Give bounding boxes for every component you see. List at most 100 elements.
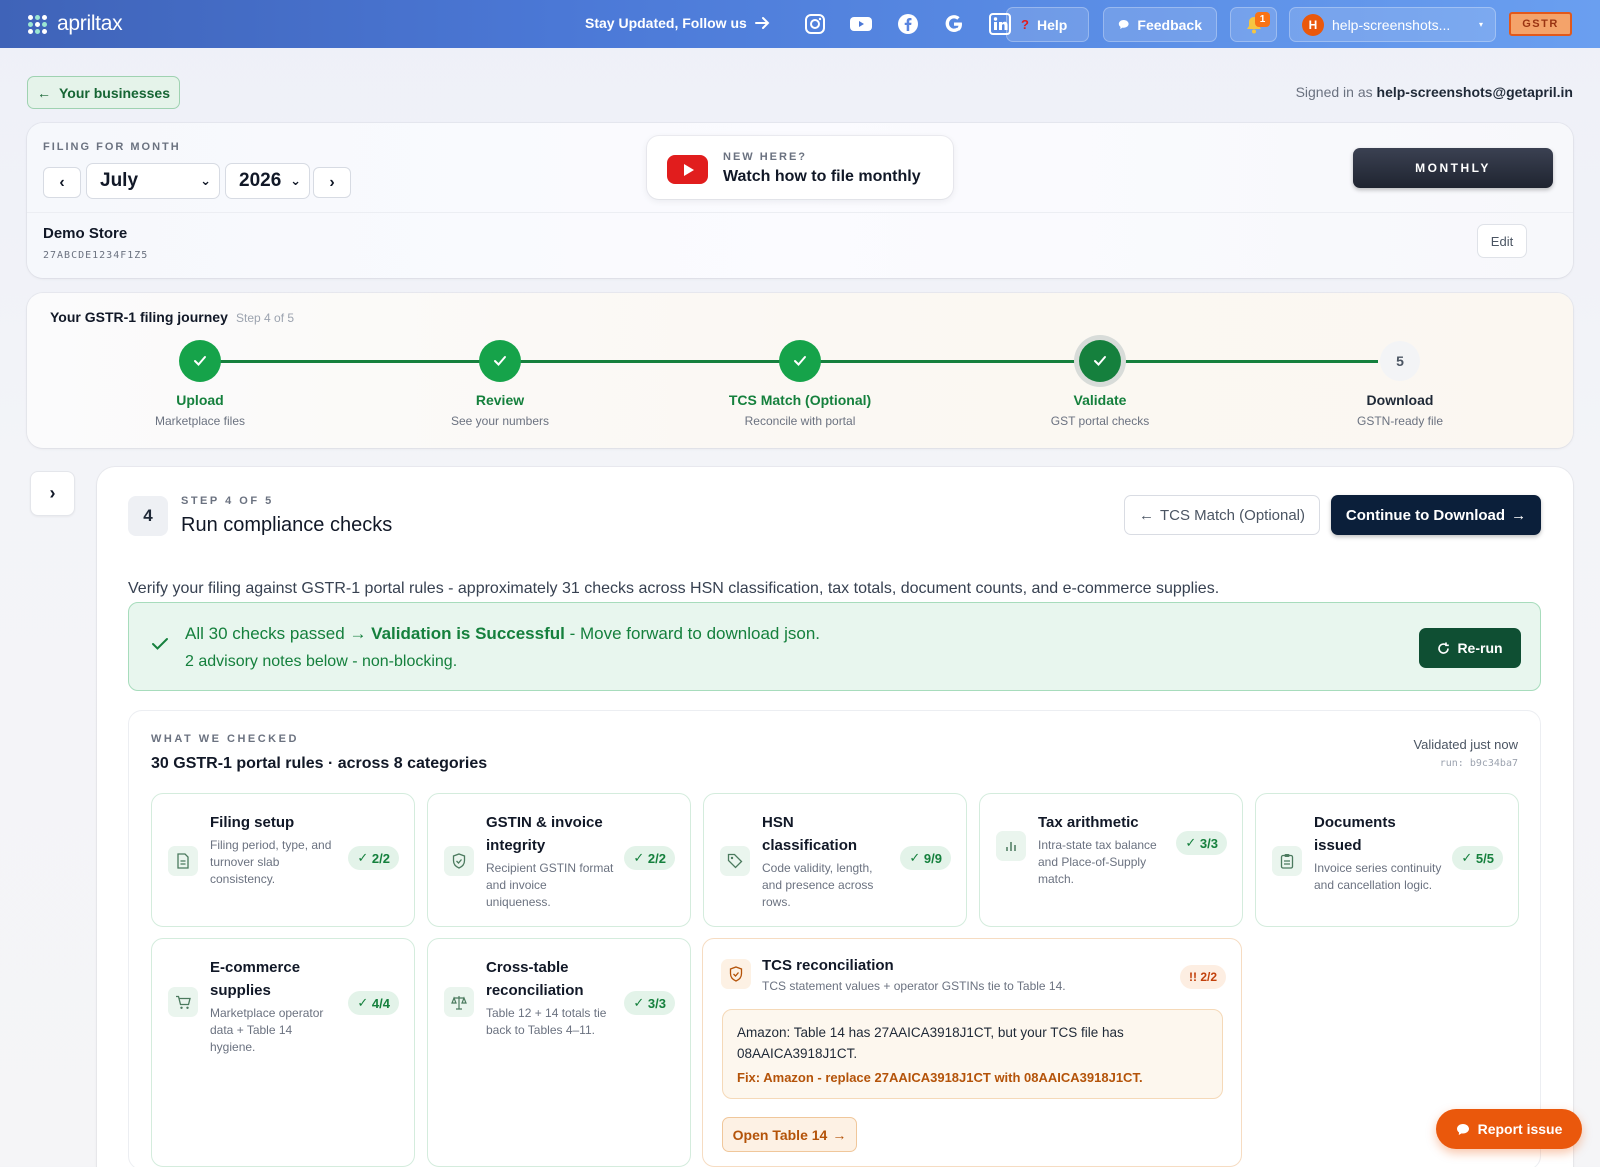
category-count-badge: ✓ 2/2 [624, 846, 675, 870]
arrow-right-icon: → [1511, 506, 1527, 524]
tcs-fix-hint: Fix: Amazon - replace 27AAICA3918J1CT wi… [737, 1070, 1143, 1085]
user-menu[interactable]: H help-screenshots... ▾ [1289, 7, 1496, 42]
user-label: help-screenshots... [1332, 16, 1451, 33]
warning-icon: !! [1188, 970, 1201, 984]
clipboard-icon [1272, 846, 1302, 876]
success-part1: All 30 checks passed [185, 624, 345, 643]
tcs-warning-badge: !! 2/2 [1179, 965, 1226, 989]
arrow-left-icon: ← [36, 84, 51, 101]
help-label: Help [1036, 16, 1068, 33]
journey-step-review[interactable]: Review See your numbers [400, 340, 600, 428]
category-cross-table[interactable]: Cross-table reconciliation Table 12 + 14… [427, 938, 691, 1167]
journey-step-download[interactable]: 5 Download GSTN-ready file [1300, 341, 1500, 428]
validated-time: Validated just now [1413, 737, 1518, 752]
category-desc: Filing period, type, and turnover slab c… [210, 838, 332, 886]
youtube-play-icon [667, 155, 708, 184]
month-select[interactable]: July ⌄ [86, 163, 220, 199]
category-name: GSTIN & invoice integrity [486, 814, 603, 854]
shield-icon [721, 959, 751, 989]
check-icon [479, 340, 521, 382]
category-count-badge: ✓ 3/3 [1176, 831, 1227, 855]
check-icon [1079, 340, 1121, 382]
notifications-button[interactable]: 1 [1230, 7, 1277, 42]
store-name: Demo Store [43, 225, 128, 242]
year-select[interactable]: 2026 ⌄ [225, 163, 310, 199]
brand-logo[interactable]: apriltax [28, 12, 123, 36]
edit-store-button[interactable]: Edit [1477, 224, 1527, 258]
feedback-button[interactable]: Feedback [1103, 7, 1217, 42]
back-to-businesses-button[interactable]: ← Your businesses [27, 76, 180, 109]
step-label: Review [475, 392, 525, 408]
success-message: All 30 checks passed → Validation is Suc… [185, 624, 820, 644]
refresh-icon [1438, 642, 1450, 654]
step-sub: Reconcile with portal [744, 414, 856, 428]
category-name: Filing setup [210, 814, 295, 831]
bar-chart-icon [996, 831, 1026, 861]
chevron-down-icon: ▾ [1478, 20, 1483, 29]
open-table-14-button[interactable]: Open Table 14 → [722, 1117, 857, 1152]
step-label: Download [1366, 392, 1434, 408]
prev-month-button[interactable]: ‹ [43, 167, 81, 198]
journey-step-tcs-match[interactable]: TCS Match (Optional) Reconcile with port… [700, 340, 900, 428]
video-caption: NEW HERE? [723, 151, 807, 163]
google-icon[interactable] [942, 12, 966, 36]
scale-icon [444, 987, 474, 1017]
category-gstin-integrity[interactable]: GSTIN & invoice integrity Recipient GSTI… [427, 793, 691, 927]
check-icon [151, 637, 169, 656]
category-tcs-reconciliation[interactable]: TCS reconciliation TCS statement values … [702, 938, 1242, 1167]
instagram-icon[interactable] [803, 12, 827, 36]
category-name: E-commerce supplies [210, 959, 301, 999]
journey-step-validate[interactable]: Validate GST portal checks [1000, 340, 1200, 428]
page-description: Verify your filing against GSTR-1 portal… [128, 580, 1220, 597]
success-banner: All 30 checks passed → Validation is Suc… [128, 602, 1541, 691]
help-button[interactable]: ? Help [1006, 7, 1089, 42]
watch-video-card[interactable]: NEW HERE? Watch how to file monthly [647, 136, 953, 199]
signed-in-info: Signed in as help-screenshots@getapril.i… [1296, 84, 1573, 100]
back-to-tcs-button[interactable]: ← TCS Match (Optional) [1124, 495, 1320, 535]
chat-bubble-icon [1118, 20, 1129, 29]
tcs-title: TCS reconciliation [762, 957, 894, 974]
youtube-icon[interactable] [849, 12, 873, 36]
category-documents[interactable]: Documents issued Invoice series continui… [1255, 793, 1519, 927]
category-desc: Table 12 + 14 totals tie back to Tables … [486, 1006, 607, 1037]
facebook-icon[interactable] [896, 12, 920, 36]
arrow-right-icon: → [832, 1126, 847, 1143]
report-issue-button[interactable]: Report issue [1436, 1109, 1582, 1149]
category-desc: Recipient GSTIN format and invoice uniqu… [486, 861, 614, 909]
month-value: July [100, 170, 139, 191]
follow-text: Stay Updated, Follow us [585, 15, 747, 31]
journey-step-upload[interactable]: Upload Marketplace files [100, 340, 300, 428]
category-count-badge: ✓ 9/9 [900, 846, 951, 870]
category-hsn[interactable]: HSN classification Code validity, length… [703, 793, 967, 927]
continue-to-download-button[interactable]: Continue to Download → [1331, 495, 1541, 535]
journey-step-note: Step 4 of 5 [236, 311, 295, 325]
step-label: Validate [1073, 392, 1127, 408]
expand-sidebar-button[interactable]: › [30, 471, 75, 516]
category-title: GSTIN & invoice integrity Recipient GSTI… [486, 811, 616, 911]
frequency-button[interactable]: MONTHLY [1353, 148, 1553, 188]
category-filing-setup[interactable]: Filing setup Filing period, type, and tu… [151, 793, 415, 927]
gstr-badge[interactable]: GSTR [1509, 12, 1572, 36]
rerun-button[interactable]: Re-run [1419, 628, 1521, 668]
advisory-note: 2 advisory notes below - non-blocking. [185, 653, 458, 670]
category-tax-arithmetic[interactable]: Tax arithmetic Intra-state tax balance a… [979, 793, 1243, 927]
chevron-down-icon: ⌄ [290, 173, 301, 188]
category-title: E-commerce supplies Marketplace operator… [210, 956, 340, 1056]
back-label: Your businesses [58, 84, 170, 101]
run-id: run: b9c34ba7 [1439, 758, 1518, 769]
step-label: TCS Match (Optional) [728, 392, 872, 408]
count-value: 4/4 [371, 995, 390, 1011]
signed-email: help-screenshots@getapril.in [1376, 84, 1573, 100]
step-caption: STEP 4 OF 5 [181, 495, 274, 507]
category-name: Documents issued [1314, 814, 1396, 854]
step-sub: See your numbers [450, 414, 550, 428]
category-ecommerce[interactable]: E-commerce supplies Marketplace operator… [151, 938, 415, 1167]
category-title: Documents issued Invoice series continui… [1314, 811, 1444, 894]
checks-caption: WHAT WE CHECKED [151, 733, 299, 745]
next-month-button[interactable]: › [313, 167, 351, 198]
category-title: HSN classification Code validity, length… [762, 811, 892, 911]
top-bar: apriltax Stay Updated, Follow us ? Help … [0, 0, 1600, 48]
rerun-label: Re-run [1457, 640, 1503, 656]
step-sub: GST portal checks [1050, 414, 1150, 428]
report-label: Report issue [1477, 1121, 1563, 1137]
